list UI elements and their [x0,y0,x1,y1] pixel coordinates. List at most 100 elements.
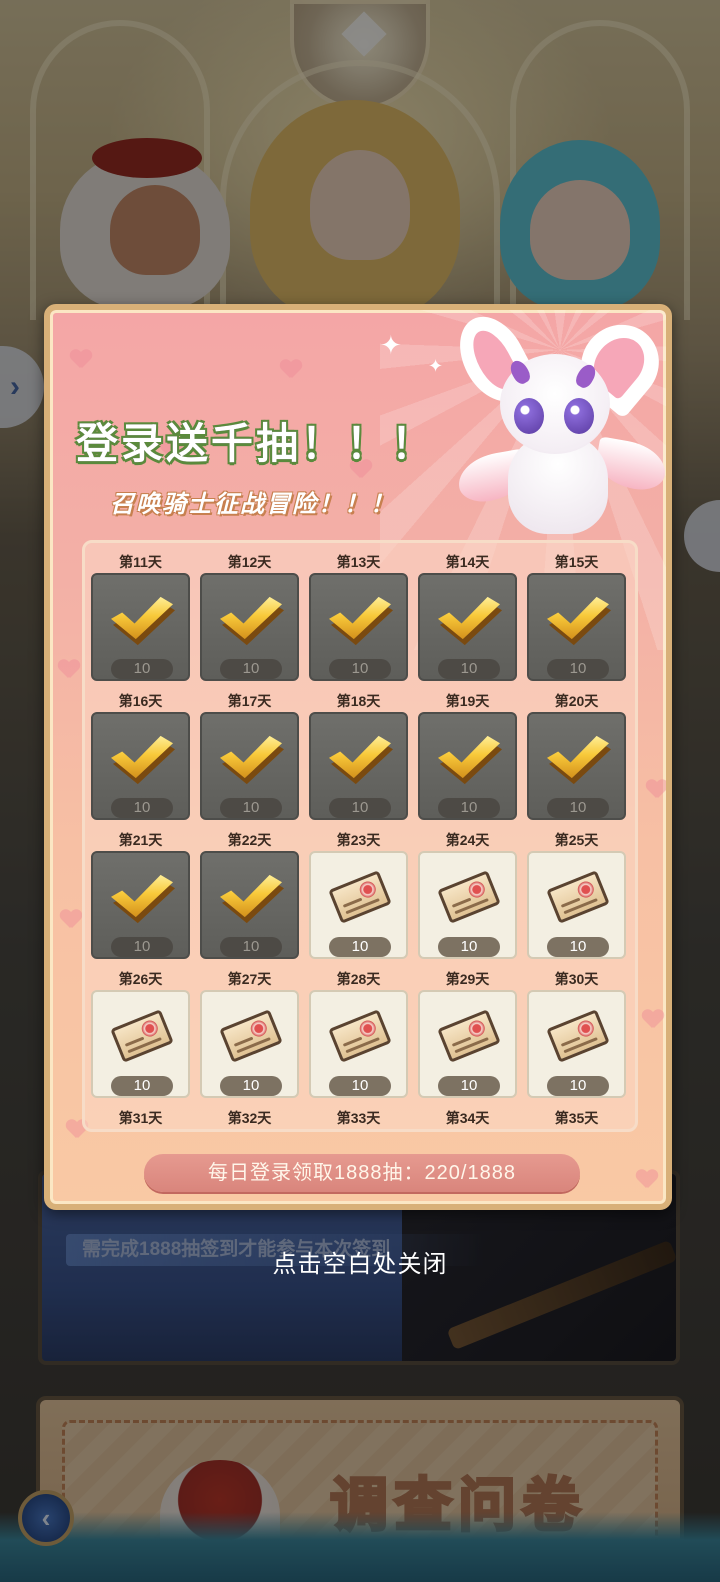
reward-count: 10 [329,798,391,818]
mascot-rabbit [446,310,666,544]
reward-count: 10 [220,798,282,818]
day-label: 第25天 [554,832,599,848]
day-card-claimed[interactable]: 10 [91,573,190,681]
day-cell[interactable]: 第20天 10 [527,690,626,829]
reward-count: 10 [111,1076,173,1096]
heart-decoration [70,350,92,370]
day-label: 第28天 [336,971,381,987]
day-cell[interactable]: 第13天 10 [309,551,408,690]
day-cell[interactable]: 第24天 10 [418,829,517,968]
day-card-pending[interactable]: 10 [418,990,517,1098]
reward-count: 10 [547,1076,609,1096]
gold-check-icon [329,595,393,646]
day-grid: 第11天 10 第12天 10 第13天 10 第14天 10 第15天 10 第16天 10 第17天… [91,551,635,1107]
day-card-claimed[interactable]: 10 [200,712,299,820]
heart-decoration [636,1170,658,1190]
day-cell[interactable]: 第19天 10 [418,690,517,829]
gold-check-icon [111,873,175,924]
summon-ticket-icon [328,1009,392,1063]
day-card-pending[interactable]: 10 [200,990,299,1098]
reward-count: 10 [111,659,173,679]
sparkle-icon: ✦ [428,356,444,376]
day-label: 第17天 [227,693,272,709]
modal-subtitle: 召唤骑士征战冒险！！！ [110,491,396,518]
day-cell[interactable]: 第30天 10 [527,968,626,1107]
day-card-claimed[interactable]: 10 [200,851,299,959]
day-cell[interactable]: 第17天 10 [200,690,299,829]
day-card-claimed[interactable]: 10 [527,573,626,681]
reward-count: 10 [547,937,609,957]
day-label: 第19天 [445,693,490,709]
day-cell[interactable]: 第25天 10 [527,829,626,968]
gold-check-icon [438,595,502,646]
day-label: 第24天 [445,832,490,848]
day-cell[interactable]: 第26天 10 [91,968,190,1107]
reward-count: 10 [220,1076,282,1096]
reward-count: 10 [220,659,282,679]
day-label: 第12天 [227,554,272,570]
day-cell[interactable]: 第23天 10 [309,829,408,968]
day-cell[interactable]: 第21天 10 [91,829,190,968]
day-card-pending[interactable]: 10 [309,851,408,959]
heart-decoration [280,360,302,380]
day-grid-scroll[interactable]: 第11天 10 第12天 10 第13天 10 第14天 10 第15天 10 第16天 10 第17天… [82,540,638,1132]
day-cell[interactable]: 第12天 10 [200,551,299,690]
summon-ticket-icon [437,870,501,924]
day-card-pending[interactable]: 10 [91,990,190,1098]
reward-count: 10 [329,1076,391,1096]
day-card-pending[interactable]: 10 [527,990,626,1098]
day-label: 第11天 [119,554,162,570]
gold-check-icon [220,873,284,924]
day-cell[interactable]: 第29天 10 [418,968,517,1107]
day-card-claimed[interactable]: 10 [91,851,190,959]
day-label: 第14天 [445,554,490,570]
modal-title: 登录送千抽！！！ [76,420,437,467]
day-card-pending[interactable]: 10 [418,851,517,959]
mascot-eye [514,398,544,434]
gold-check-icon [111,734,175,785]
heart-decoration [60,910,82,930]
day-label: 第31天 [118,1110,163,1126]
day-card-pending[interactable]: 10 [527,851,626,959]
login-reward-modal: ✦ ✦ 登录送千抽！！！ 召唤骑士征战冒险！！！ 第11天 10 第12天 10 第13… [44,304,672,1210]
gold-check-icon [547,734,611,785]
day-label: 第21天 [118,832,163,848]
day-card-claimed[interactable]: 10 [418,573,517,681]
gold-check-icon [220,595,284,646]
day-cell[interactable]: 第22天 10 [200,829,299,968]
day-cell[interactable]: 第28天 10 [309,968,408,1107]
day-card-claimed[interactable]: 10 [309,712,408,820]
summon-ticket-icon [110,1009,174,1063]
heart-decoration [642,1010,664,1030]
day-label: 第18天 [336,693,381,709]
day-cell[interactable]: 第16天 10 [91,690,190,829]
gold-check-icon [111,595,175,646]
day-label: 第23天 [336,832,381,848]
day-card-claimed[interactable]: 10 [418,712,517,820]
day-card-claimed[interactable]: 10 [309,573,408,681]
day-cell[interactable]: 第14天 10 [418,551,517,690]
reward-count: 10 [438,937,500,957]
day-card-pending[interactable]: 10 [309,990,408,1098]
gold-check-icon [220,734,284,785]
day-label: 第29天 [445,971,490,987]
heart-decoration [58,660,80,680]
day-cell[interactable]: 第11天 10 [91,551,190,690]
day-label: 第20天 [554,693,599,709]
day-cell[interactable]: 第18天 10 [309,690,408,829]
day-cell[interactable]: 第15天 10 [527,551,626,690]
day-cell[interactable]: 第27天 10 [200,968,299,1107]
gold-check-icon [329,734,393,785]
day-card-claimed[interactable]: 10 [527,712,626,820]
day-card-claimed[interactable]: 10 [91,712,190,820]
reward-count: 10 [111,798,173,818]
sparkle-icon: ✦ [380,330,402,360]
reward-count: 10 [547,798,609,818]
day-label: 第35天 [554,1110,599,1126]
day-label: 第33天 [336,1110,381,1126]
reward-count: 10 [329,659,391,679]
close-hint: 点击空白处关闭 [272,1251,448,1278]
day-label: 第15天 [554,554,599,570]
day-card-claimed[interactable]: 10 [200,573,299,681]
gold-check-icon [547,595,611,646]
